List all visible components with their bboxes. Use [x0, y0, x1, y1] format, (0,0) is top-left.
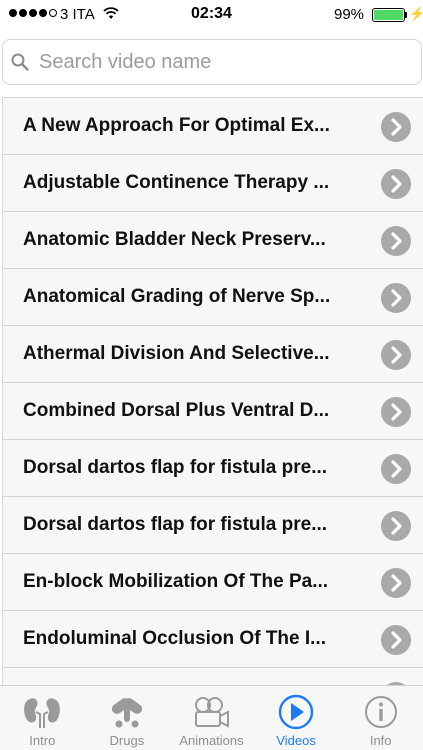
search-icon	[11, 53, 29, 71]
video-title: Anatomic Bladder Neck Preserv...	[23, 229, 326, 250]
video-title: Dorsal dartos flap for fistula pre...	[23, 457, 328, 478]
video-title: A New Approach For Optimal Ex...	[23, 115, 330, 136]
tab-animations[interactable]: Animations	[169, 686, 254, 750]
chevron-right-icon[interactable]	[381, 511, 411, 541]
list-item[interactable]: Dorsal dartos flap for fistula pre...	[3, 497, 423, 554]
tab-label: Info	[369, 733, 392, 748]
film-camera-icon	[195, 697, 230, 728]
status-bar: 3 ITA 02:34 99% ⚡	[0, 0, 423, 30]
tab-info[interactable]: Info	[338, 686, 423, 750]
tab-label: Intro	[29, 733, 56, 748]
list-item[interactable]: Anatomical Grading of Nerve Sp...	[3, 269, 423, 326]
video-title: Athermal Division And Selective...	[23, 343, 330, 364]
charging-icon: ⚡	[409, 6, 423, 21]
search-bar	[0, 30, 423, 90]
pills-icon	[111, 698, 142, 728]
list-item[interactable]: Dorsal dartos flap for fistula pre...	[3, 440, 423, 497]
video-title: Anatomical Grading of Nerve Sp...	[23, 286, 331, 307]
search-input[interactable]	[39, 48, 409, 76]
tab-drugs[interactable]: Drugs	[85, 686, 170, 750]
list-item[interactable]: En-block Mobilization Of The Pa...	[3, 554, 423, 611]
list-item[interactable]: Anatomic Bladder Neck Preserv...	[3, 212, 423, 269]
chevron-right-icon[interactable]	[381, 454, 411, 484]
video-title: Combined Dorsal Plus Ventral D...	[23, 400, 330, 421]
kidneys-icon	[24, 698, 61, 728]
tab-label: Drugs	[109, 733, 145, 748]
tab-bar: Intro Drugs Animations Videos Info	[0, 685, 423, 750]
tab-label: Videos	[276, 733, 316, 748]
video-title: Adjustable Continence Therapy ...	[23, 172, 330, 193]
info-icon	[364, 696, 397, 728]
chevron-right-icon[interactable]	[381, 397, 411, 427]
tab-videos[interactable]: Videos	[254, 686, 339, 750]
battery-icon	[372, 8, 405, 22]
list-item[interactable]: Combined Dorsal Plus Ventral D...	[3, 383, 423, 440]
chevron-right-icon[interactable]	[381, 340, 411, 370]
chevron-right-icon[interactable]	[381, 625, 411, 655]
chevron-right-icon[interactable]	[381, 226, 411, 256]
chevron-right-icon[interactable]	[381, 112, 411, 142]
chevron-right-icon[interactable]	[381, 169, 411, 199]
list-item[interactable]: Endoluminal Occlusion Of The I...	[3, 611, 423, 668]
list-item[interactable]: Adjustable Continence Therapy ...	[3, 155, 423, 212]
video-title: Endoluminal Occlusion Of The I...	[23, 628, 326, 649]
tab-label: Animations	[179, 733, 244, 748]
video-list: A New Approach For Optimal Ex... Adjusta…	[2, 97, 423, 685]
play-icon	[278, 694, 314, 730]
chevron-right-icon[interactable]	[381, 283, 411, 313]
tab-intro[interactable]: Intro	[0, 686, 85, 750]
list-item[interactable]	[3, 668, 423, 685]
video-title: Dorsal dartos flap for fistula pre...	[23, 514, 328, 535]
search-field[interactable]	[2, 39, 422, 85]
list-item[interactable]: A New Approach For Optimal Ex...	[3, 98, 423, 155]
list-item[interactable]: Athermal Division And Selective...	[3, 326, 423, 383]
battery-percentage: 99%	[334, 6, 365, 23]
video-title: En-block Mobilization Of The Pa...	[23, 571, 329, 592]
chevron-right-icon[interactable]	[381, 568, 411, 598]
